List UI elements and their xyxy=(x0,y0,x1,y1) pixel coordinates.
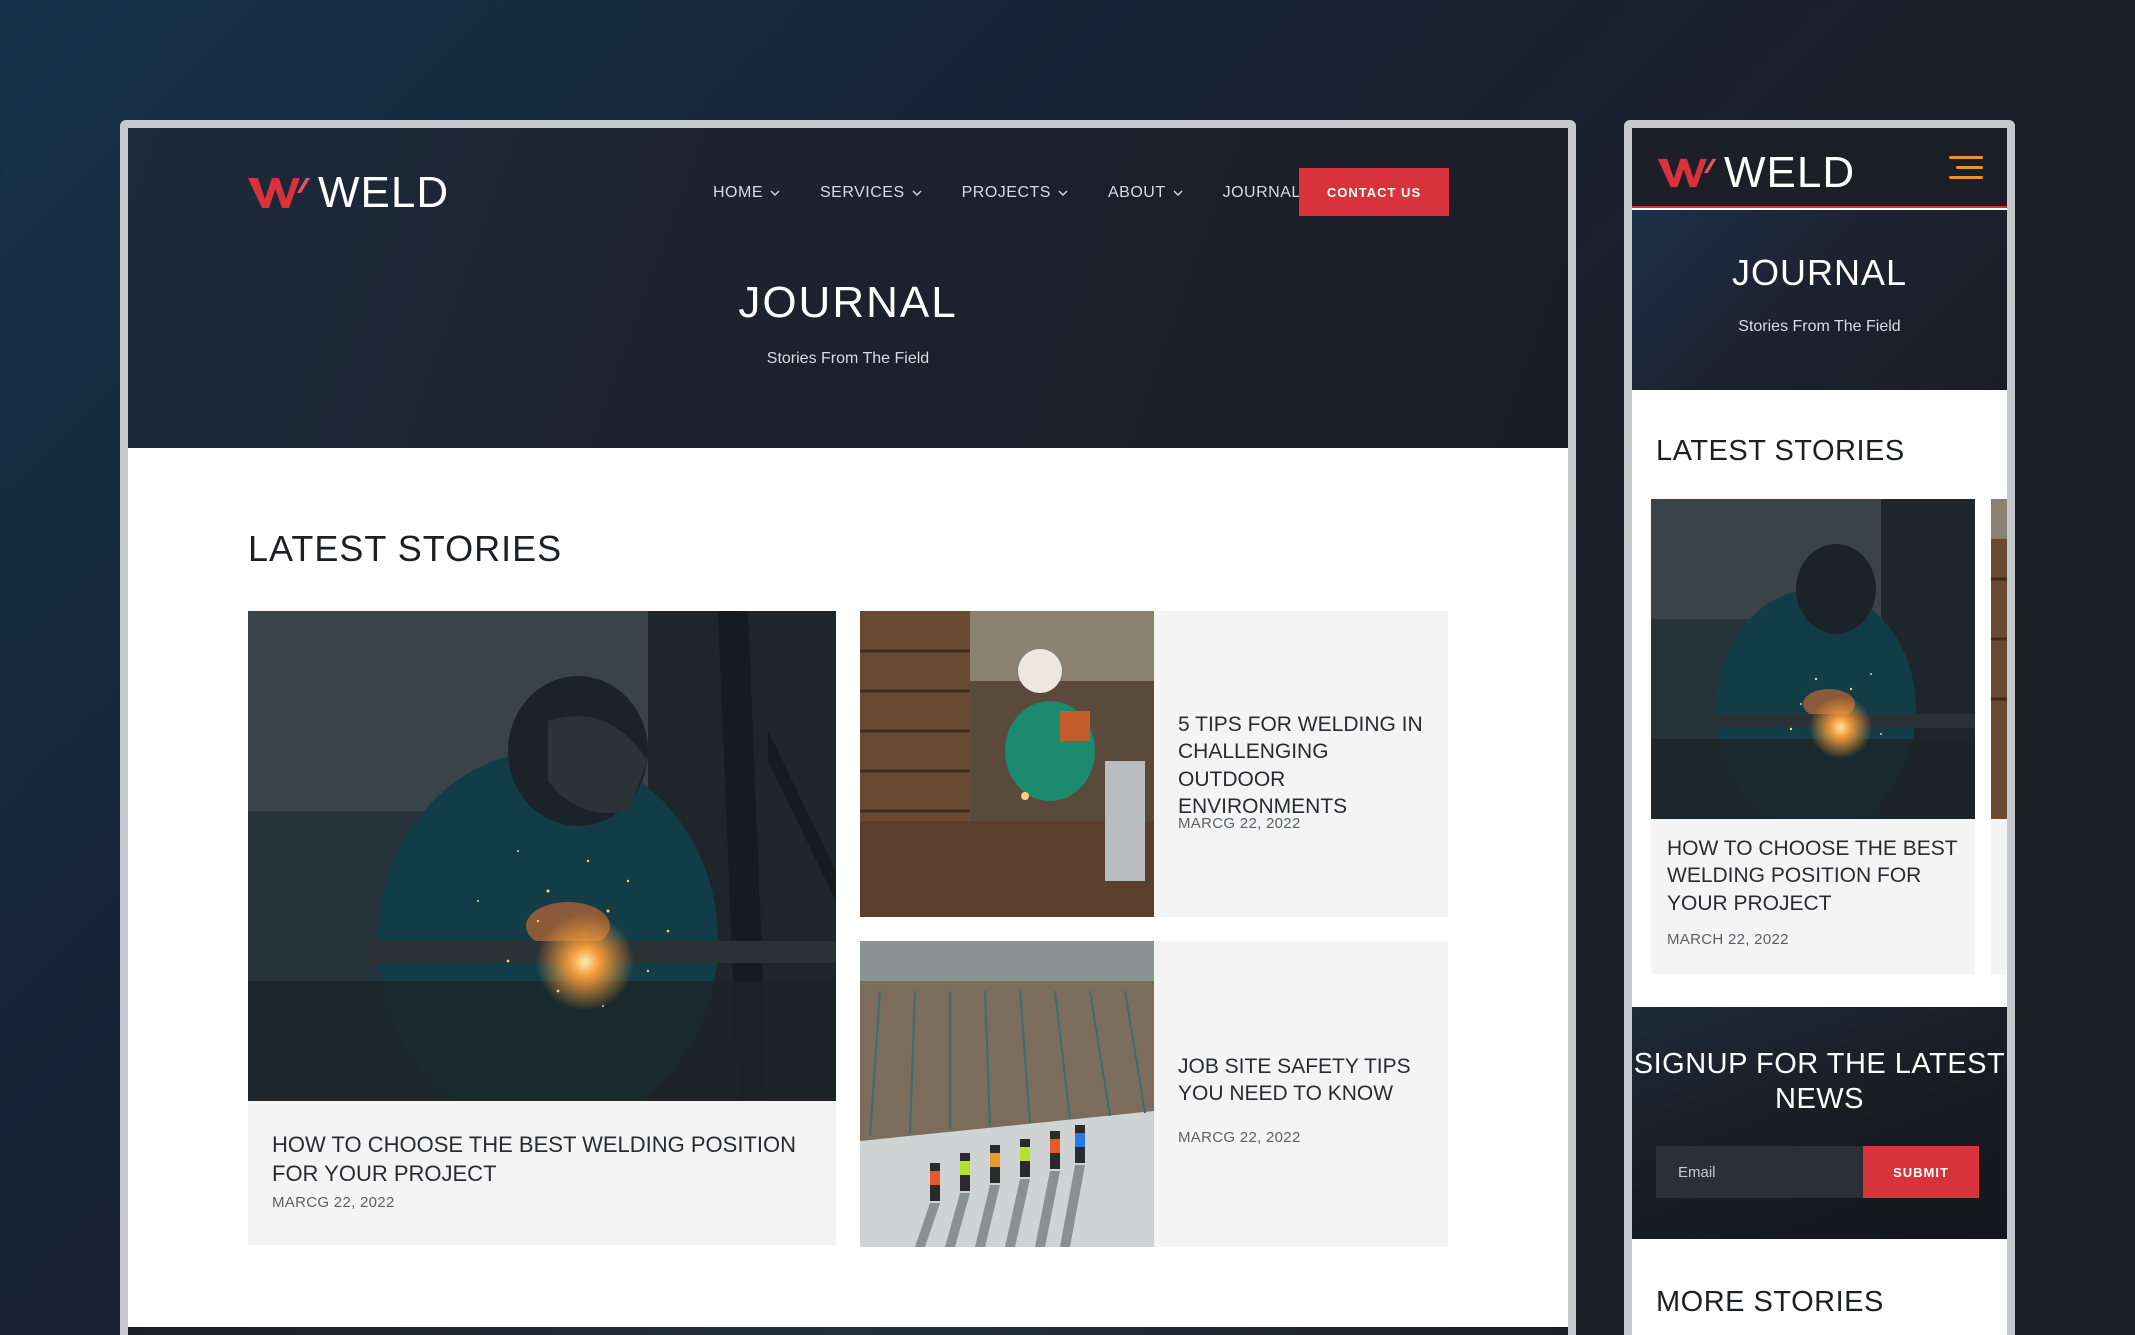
nav-item-projects[interactable]: PROJECTS xyxy=(962,184,1068,202)
story-card[interactable]: JOB SITE SAFETY TIPS YOU NEED TO KNOW MA… xyxy=(860,941,1448,1247)
story-title[interactable]: 5 TIPS FOR WELDING IN CHALLENGING OUTDOO… xyxy=(1178,711,1428,820)
contact-us-button[interactable]: CONTACT US xyxy=(1299,168,1449,216)
story-date: MARCH 22, 2022 xyxy=(1667,931,1789,948)
nav-item-about[interactable]: ABOUT xyxy=(1108,184,1183,202)
job-site-workers-photo xyxy=(860,941,1154,1247)
story-card-featured[interactable]: HOW TO CHOOSE THE BEST WELDING POSITION … xyxy=(248,611,836,1245)
nav-item-label: HOME xyxy=(713,184,763,201)
logo-wordmark: WELD xyxy=(318,168,450,217)
welder-sparks-photo xyxy=(1651,499,1975,819)
welder-sparks-photo xyxy=(248,611,836,1101)
newsletter-signup: SIGNUP FOR THE LATEST NEWS SUBMIT xyxy=(1632,1007,2007,1239)
main-nav: HOME SERVICES PROJECTS ABOUT JOURNAL xyxy=(713,184,1358,202)
chevron-down-icon xyxy=(1058,190,1068,197)
nav-item-label: PROJECTS xyxy=(961,184,1051,201)
story-date: MARCG 22, 2022 xyxy=(1178,815,1301,832)
signup-heading: SIGNUP FOR THE LATEST NEWS xyxy=(1633,1048,2006,1116)
story-card[interactable]: 5 TIPS FOR WELDING IN CHALLENGING OUTDOO… xyxy=(860,611,1448,917)
nav-item-services[interactable]: SERVICES xyxy=(820,184,922,202)
desktop-preview-frame: WELD HOME SERVICES PROJECTS ABOUT JOURNA… xyxy=(120,120,1576,1335)
outdoor-welder-photo xyxy=(1991,499,2007,819)
weld-logo-icon xyxy=(248,175,310,211)
latest-stories-heading: LATEST STORIES xyxy=(1656,435,1905,467)
email-field[interactable] xyxy=(1656,1146,1863,1198)
site-logo[interactable]: WELD xyxy=(248,168,449,218)
hamburger-menu-icon[interactable] xyxy=(1949,156,1983,180)
desktop-page: WELD HOME SERVICES PROJECTS ABOUT JOURNA… xyxy=(128,128,1568,1335)
site-logo[interactable]: WELD xyxy=(1656,148,1855,198)
page-title: JOURNAL xyxy=(1731,252,1908,293)
latest-stories-heading: LATEST STORIES xyxy=(248,528,563,569)
story-card[interactable]: HOW TO CHOOSE THE BEST WELDING POSITION … xyxy=(1651,499,1975,974)
mobile-preview-frame: WELD JOURNAL Stories From The Field LATE… xyxy=(1624,120,2015,1335)
hero-banner: JOURNAL Stories From The Field xyxy=(1632,210,2007,390)
submit-button[interactable]: SUBMIT xyxy=(1863,1146,1979,1198)
mobile-header: WELD xyxy=(1632,128,2007,208)
logo-wordmark: WELD xyxy=(1724,148,1856,197)
outdoor-welder-photo xyxy=(860,611,1154,917)
nav-item-label: SERVICES xyxy=(820,184,905,201)
section-band xyxy=(128,1327,1568,1335)
page-subtitle: Stories From The Field xyxy=(766,350,930,367)
page-title: JOURNAL xyxy=(738,278,958,327)
story-date: MARCG 22, 2022 xyxy=(1178,1129,1301,1146)
chevron-down-icon xyxy=(912,190,922,197)
story-title[interactable]: JOB SITE SAFETY TIPS YOU NEED TO KNOW xyxy=(1178,1053,1428,1108)
story-date: MARCG 22, 2022 xyxy=(272,1194,395,1211)
nav-item-label: JOURNAL xyxy=(1222,184,1301,201)
weld-logo-icon xyxy=(1656,156,1718,190)
nav-item-label: ABOUT xyxy=(1107,184,1166,201)
chevron-down-icon xyxy=(770,190,780,197)
story-title[interactable]: HOW TO CHOOSE THE BEST WELDING POSITION … xyxy=(1667,835,1967,917)
chevron-down-icon xyxy=(1173,190,1183,197)
mobile-page: WELD JOURNAL Stories From The Field LATE… xyxy=(1632,128,2007,1335)
nav-item-home[interactable]: HOME xyxy=(713,184,780,202)
story-title[interactable]: HOW TO CHOOSE THE BEST WELDING POSITION … xyxy=(272,1131,812,1188)
page-subtitle: Stories From The Field xyxy=(1738,318,1901,335)
story-card-next[interactable] xyxy=(1991,499,2007,974)
hero-banner: WELD HOME SERVICES PROJECTS ABOUT JOURNA… xyxy=(128,128,1568,448)
more-stories-heading: MORE STORIES xyxy=(1656,1286,1884,1318)
